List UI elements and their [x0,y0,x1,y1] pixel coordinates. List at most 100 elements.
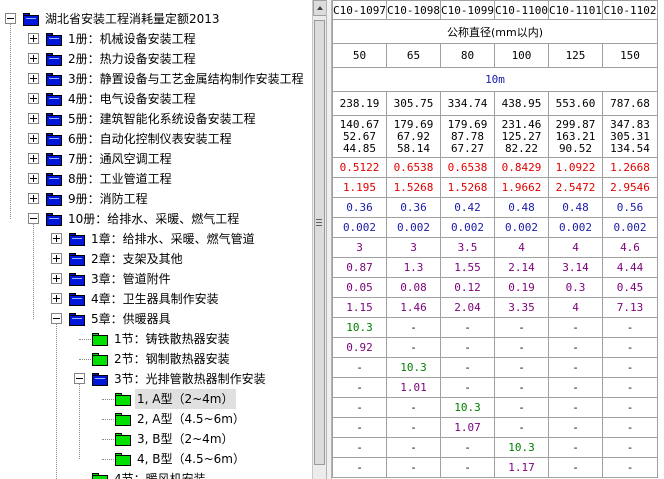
diameter-cell[interactable]: 50 [332,43,387,68]
consumption-cell[interactable]: 0.3 [548,277,603,298]
tree-subitem-1[interactable]: 1, A型（2~4m） [0,389,312,409]
empty-dash-cell[interactable]: - [332,357,387,378]
diameter-cell[interactable]: 65 [386,43,441,68]
expand-plus-icon[interactable] [28,53,39,64]
tree-volume-8[interactable]: 8册：工业管道工程 [0,169,312,189]
consumption-cell[interactable]: 0.42 [440,197,495,218]
consumption-cell[interactable]: 0.12 [440,277,495,298]
diameter-label-cell[interactable]: 公称直径(mm以内) [332,19,658,44]
consumption-cell[interactable]: 0.002 [602,217,658,238]
collapse-minus-icon[interactable] [74,373,85,384]
tree-volume-7[interactable]: 7册：通风空调工程 [0,149,312,169]
consumption-cell[interactable]: 3.14 [548,257,603,278]
consumption-cell[interactable]: 10.3 [494,437,549,458]
empty-dash-cell[interactable]: - [494,317,549,338]
consumption-cell[interactable]: 0.002 [332,217,387,238]
expand-plus-icon[interactable] [28,93,39,104]
empty-dash-cell[interactable]: - [494,417,549,438]
scrollbar-thumb[interactable] [314,20,325,465]
empty-dash-cell[interactable]: - [494,357,549,378]
consumption-cell[interactable]: 0.45 [602,277,658,298]
consumption-cell[interactable]: 2.9546 [602,177,658,198]
tree-volume-1[interactable]: 1册：机械设备安装工程 [0,29,312,49]
base-price-cell[interactable]: 334.74 [440,91,495,116]
consumption-cell[interactable]: 1.07 [440,417,495,438]
empty-dash-cell[interactable]: - [440,457,495,478]
collapse-minus-icon[interactable] [51,313,62,324]
consumption-cell[interactable]: 0.56 [602,197,658,218]
tree-section-3[interactable]: 3节：光排管散热器制作安装 [0,369,312,389]
consumption-cell[interactable]: 0.002 [386,217,441,238]
empty-dash-cell[interactable]: - [548,377,603,398]
consumption-cell[interactable]: 1.55 [440,257,495,278]
consumption-cell[interactable]: 0.5122 [332,157,387,178]
collapse-minus-icon[interactable] [28,213,39,224]
cost-breakdown-cell[interactable]: 299.87 163.21 90.52 [548,115,603,158]
expand-plus-icon[interactable] [28,153,39,164]
consumption-cell[interactable]: 10.3 [332,317,387,338]
empty-dash-cell[interactable]: - [602,357,658,378]
consumption-cell[interactable]: 4.6 [602,237,658,258]
diameter-cell[interactable]: 125 [548,43,603,68]
tree-section-4[interactable]: 4节：暖风机安装 [0,469,312,479]
quota-code-cell[interactable]: C10-1098 [386,0,441,20]
consumption-cell[interactable]: 2.04 [440,297,495,318]
empty-dash-cell[interactable]: - [440,437,495,458]
consumption-cell[interactable]: 7.13 [602,297,658,318]
diameter-cell[interactable]: 80 [440,43,495,68]
consumption-cell[interactable]: 2.14 [494,257,549,278]
consumption-cell[interactable]: 0.48 [548,197,603,218]
consumption-cell[interactable]: 1.2668 [602,157,658,178]
empty-dash-cell[interactable]: - [548,397,603,418]
expand-plus-icon[interactable] [51,253,62,264]
expand-plus-icon[interactable] [28,73,39,84]
empty-dash-cell[interactable]: - [386,437,441,458]
consumption-cell[interactable]: 1.195 [332,177,387,198]
expand-plus-icon[interactable] [28,113,39,124]
consumption-cell[interactable]: 0.36 [332,197,387,218]
empty-dash-cell[interactable]: - [602,417,658,438]
tree-subitem-2[interactable]: 2, A型（4.5~6m） [0,409,312,429]
base-price-cell[interactable]: 438.95 [494,91,549,116]
expand-plus-icon[interactable] [28,173,39,184]
empty-dash-cell[interactable]: - [332,377,387,398]
scroll-up-arrow-icon[interactable] [313,0,327,16]
diameter-cell[interactable]: 100 [494,43,549,68]
empty-dash-cell[interactable]: - [548,357,603,378]
tree-chapter-1[interactable]: 1章：给排水、采暖、燃气管道 [0,229,312,249]
empty-dash-cell[interactable]: - [548,437,603,458]
quota-code-cell[interactable]: C10-1097 [332,0,387,20]
tree-chapter-3[interactable]: 3章：管道附件 [0,269,312,289]
consumption-cell[interactable]: 1.01 [386,377,441,398]
empty-dash-cell[interactable]: - [440,337,495,358]
quota-tree[interactable]: 湖北省安装工程消耗量定额2013 1册：机械设备安装工程 2册：热力设备安装工程 3册… [0,0,312,479]
empty-dash-cell[interactable]: - [386,397,441,418]
empty-dash-cell[interactable]: - [440,357,495,378]
expand-plus-icon[interactable] [51,273,62,284]
consumption-cell[interactable]: 0.48 [494,197,549,218]
tree-subitem-4[interactable]: 4, B型（4.5~6m） [0,449,312,469]
expand-plus-icon[interactable] [28,193,39,204]
empty-dash-cell[interactable]: - [548,457,603,478]
consumption-cell[interactable]: 1.5268 [440,177,495,198]
consumption-cell[interactable]: 4 [494,237,549,258]
consumption-cell[interactable]: 3.5 [440,237,495,258]
consumption-cell[interactable]: 0.6538 [386,157,441,178]
consumption-cell[interactable]: 0.002 [548,217,603,238]
tree-subitem-3[interactable]: 3, B型（2~4m） [0,429,312,449]
tree-volume-2[interactable]: 2册：热力设备安装工程 [0,49,312,69]
tree-volume-10[interactable]: 10册：给排水、采暖、燃气工程 [0,209,312,229]
consumption-cell[interactable]: 3 [332,237,387,258]
consumption-cell[interactable]: 0.87 [332,257,387,278]
consumption-cell[interactable]: 1.0922 [548,157,603,178]
quota-data-grid[interactable]: C10-1097 C10-1098 C10-1099 C10-1100 C10-1101… [332,0,664,479]
empty-dash-cell[interactable]: - [494,397,549,418]
empty-dash-cell[interactable]: - [332,437,387,458]
consumption-cell[interactable]: 0.36 [386,197,441,218]
consumption-cell[interactable]: 1.5268 [386,177,441,198]
tree-root[interactable]: 湖北省安装工程消耗量定额2013 [0,9,312,29]
consumption-cell[interactable]: 0.19 [494,277,549,298]
consumption-cell[interactable]: 3 [386,237,441,258]
tree-chapter-4[interactable]: 4章：卫生器具制作安装 [0,289,312,309]
collapse-minus-icon[interactable] [5,13,16,24]
